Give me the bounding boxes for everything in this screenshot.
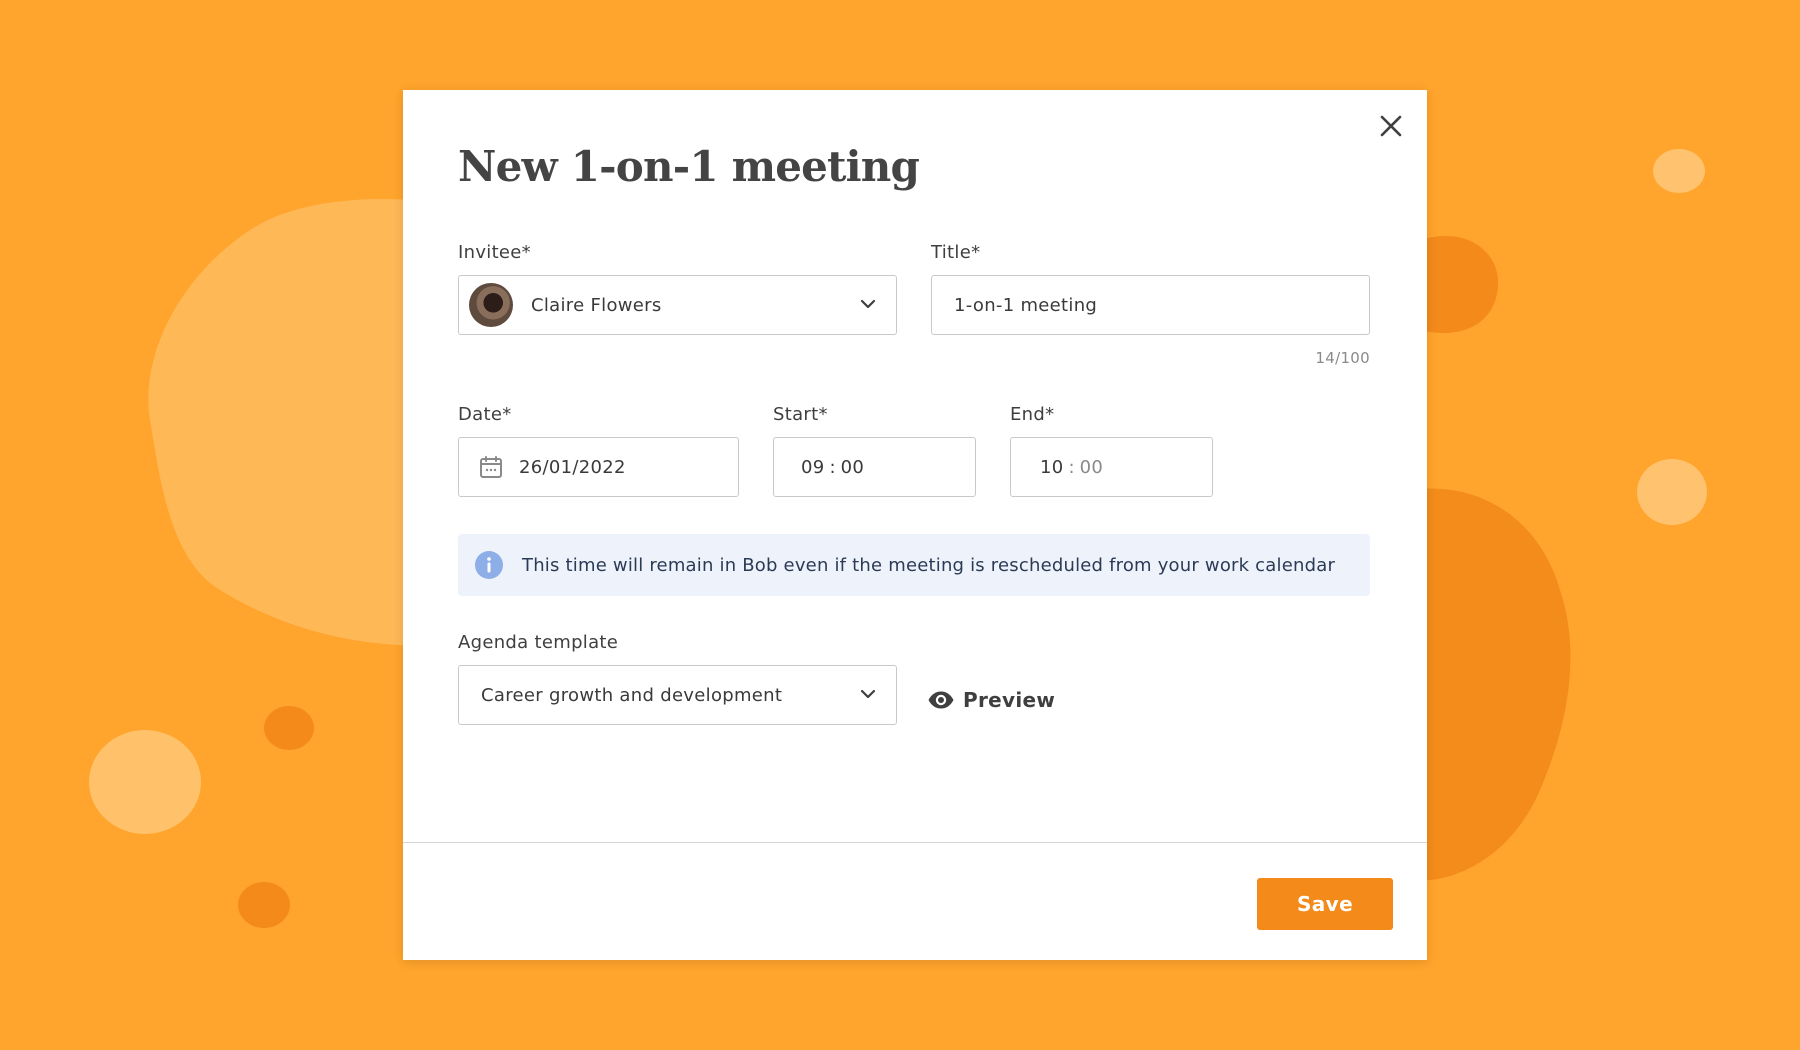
end-label: End*: [1010, 404, 1055, 425]
info-banner: This time will remain in Bob even if the…: [458, 534, 1370, 596]
end-time-input[interactable]: 10 : 00: [1010, 437, 1213, 497]
start-label: Start*: [773, 404, 828, 425]
start-time-input[interactable]: 09 : 00: [773, 437, 976, 497]
date-label: Date*: [458, 404, 512, 425]
info-text: This time will remain in Bob even if the…: [522, 554, 1336, 576]
background-blob: [89, 730, 201, 834]
dialog-title: New 1-on-1 meeting: [458, 142, 920, 191]
background-blob: [1420, 236, 1499, 333]
chevron-down-icon: [860, 689, 876, 699]
start-hours[interactable]: 09: [801, 457, 825, 478]
agenda-template-label: Agenda template: [458, 632, 619, 653]
title-value: 1-on-1 meeting: [954, 294, 1098, 316]
background-blob: [264, 706, 314, 750]
date-value: 26/01/2022: [519, 456, 626, 478]
background-blob: [238, 882, 290, 928]
end-minutes[interactable]: 00: [1080, 457, 1104, 478]
title-character-counter: 14/100: [1315, 349, 1370, 367]
invitee-select[interactable]: Claire Flowers: [458, 275, 897, 335]
title-input[interactable]: 1-on-1 meeting: [931, 275, 1370, 335]
preview-label: Preview: [963, 688, 1056, 712]
avatar: [469, 283, 513, 327]
close-icon: [1380, 115, 1402, 137]
invitee-value: Claire Flowers: [531, 294, 662, 316]
background-blob: [1410, 488, 1571, 881]
end-hours[interactable]: 10: [1040, 457, 1064, 478]
start-time-separator: :: [829, 456, 836, 478]
close-button[interactable]: [1371, 106, 1411, 146]
background-blob: [1637, 459, 1707, 525]
agenda-template-select[interactable]: Career growth and development: [458, 665, 897, 725]
date-picker[interactable]: 26/01/2022: [458, 437, 739, 497]
new-meeting-dialog: New 1-on-1 meeting Invitee* Claire Flowe…: [403, 90, 1427, 960]
chevron-down-icon: [860, 299, 876, 309]
end-time-separator: :: [1068, 456, 1075, 478]
background-blob: [1653, 149, 1705, 193]
preview-button[interactable]: Preview: [927, 682, 1055, 718]
title-label: Title*: [931, 242, 981, 263]
footer-divider: [403, 842, 1427, 843]
calendar-icon: [480, 456, 502, 478]
agenda-template-value: Career growth and development: [481, 684, 783, 706]
info-icon: [475, 551, 503, 579]
start-minutes[interactable]: 00: [841, 457, 865, 478]
invitee-label: Invitee*: [458, 242, 531, 263]
save-button[interactable]: Save: [1257, 878, 1393, 930]
eye-icon: [928, 691, 954, 709]
